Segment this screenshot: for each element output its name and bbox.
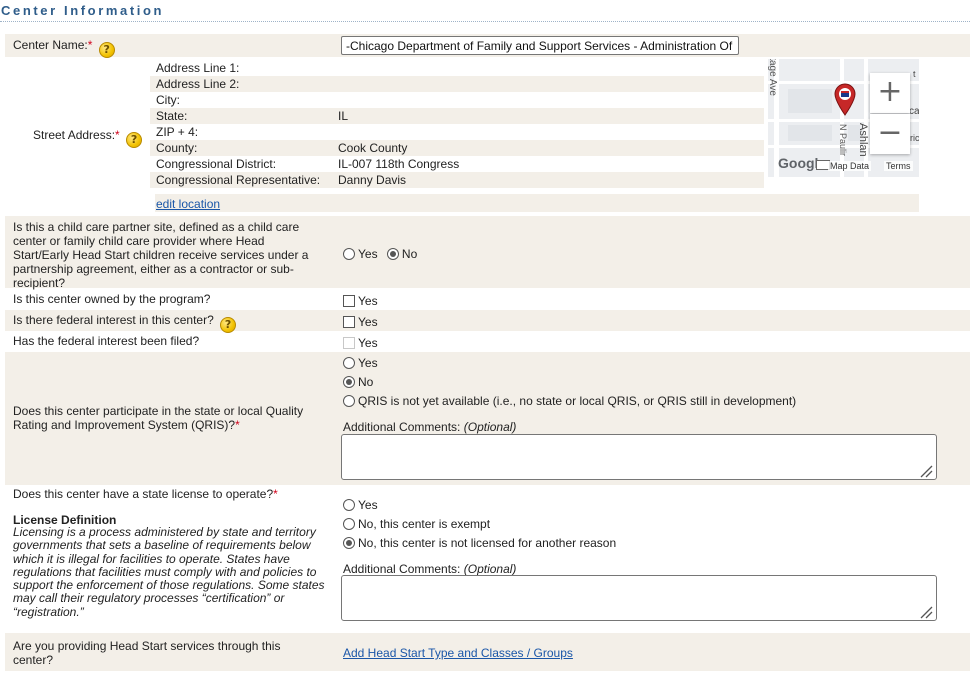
required-mark: *: [115, 128, 120, 142]
license-yes-label: Yes: [358, 498, 378, 512]
address-field-label: County:: [156, 141, 198, 155]
help-icon[interactable]: ?: [126, 132, 143, 148]
location-pin-icon: [834, 83, 856, 116]
license-definition-text: Licensing is a process administered by s…: [13, 525, 325, 619]
federal-filed-checkbox[interactable]: [343, 337, 355, 349]
license-comments-optional: (Optional): [463, 562, 517, 576]
federal-interest-checkbox[interactable]: [343, 316, 355, 328]
address-row-band: [150, 76, 764, 92]
license-comments-label: Additional Comments:: [343, 562, 461, 576]
street-label: Ashlan: [857, 123, 869, 157]
federal-filed-row: Has the federal interest been filed? Yes: [5, 332, 970, 351]
address-field-label: ZIP + 4:: [156, 125, 199, 139]
license-question: Does this center have a state license to…: [13, 487, 274, 501]
owned-row: Is this center owned by the program? Yes: [5, 290, 970, 309]
address-field-value: Cook County: [338, 141, 408, 155]
location-map[interactable]: itage Ave N Paulir Ashlan ca ric t + − G…: [768, 59, 919, 177]
license-exempt-radio[interactable]: [343, 518, 355, 530]
address-field-label: City:: [156, 93, 180, 107]
address-field-value: Danny Davis: [338, 173, 407, 187]
map-data-label: Map Data: [828, 161, 872, 171]
center-name-row: Center Name:* ?: [5, 34, 970, 58]
address-row-band: [150, 108, 764, 124]
head-start-row: Are you providing Head Start services th…: [5, 633, 970, 671]
required-mark: *: [273, 487, 278, 501]
qris-not-available-label: QRIS is not yet available (i.e., no stat…: [358, 394, 797, 408]
partner-site-row: Is this a child care partner site, defin…: [5, 216, 970, 290]
resize-grip-icon[interactable]: [919, 464, 933, 478]
resize-grip-icon[interactable]: [919, 605, 933, 619]
street-address-label: Street Address:: [33, 128, 116, 142]
partner-yes-radio[interactable]: [343, 248, 355, 260]
license-not-licensed-label: No, this center is not licensed for anot…: [358, 536, 617, 550]
street-label: ric: [910, 133, 919, 143]
federal-filed-yes-label: Yes: [358, 336, 378, 350]
street-label: N Paulir: [838, 124, 848, 156]
address-field-label: Address Line 1:: [156, 61, 240, 75]
street-label: ca: [909, 106, 919, 117]
address-field-value: IL: [338, 109, 349, 123]
qris-yes-label: Yes: [358, 356, 378, 370]
owned-yes-label: Yes: [358, 294, 378, 308]
license-yes-radio[interactable]: [343, 499, 355, 511]
zoom-in-button[interactable]: +: [870, 73, 910, 113]
head-start-question: Are you providing Head Start services th…: [13, 639, 281, 667]
address-field-label: State:: [156, 109, 188, 123]
license-row: Does this center have a state license to…: [5, 486, 970, 629]
federal-interest-yes-label: Yes: [358, 315, 378, 329]
qris-not-available-radio[interactable]: [343, 395, 355, 407]
license-exempt-label: No, this center is exempt: [358, 517, 491, 531]
edit-location-link[interactable]: edit location: [156, 196, 220, 212]
qris-question: Does this center participate in the stat…: [13, 404, 304, 432]
street-label: itage Ave: [768, 59, 778, 96]
license-not-licensed-radio[interactable]: [343, 537, 355, 549]
edit-location-band: [155, 194, 919, 212]
partner-no-radio[interactable]: [386, 248, 399, 260]
center-name-label: Center Name:: [13, 38, 88, 52]
qris-comments-optional: (Optional): [463, 420, 517, 434]
address-row-band: [150, 140, 764, 156]
help-icon[interactable]: ?: [98, 42, 115, 58]
qris-comments-label: Additional Comments:: [343, 420, 461, 434]
federal-interest-row: Is there federal interest in this center…: [5, 310, 970, 333]
add-head-start-link[interactable]: Add Head Start Type and Classes / Groups: [343, 646, 573, 660]
license-comments-textarea[interactable]: [341, 575, 937, 621]
section-title: Center Information: [0, 0, 970, 22]
partner-no-label: No: [401, 247, 418, 261]
address-field-label: Congressional District:: [156, 157, 277, 171]
federal-interest-question: Is there federal interest in this center…: [13, 313, 214, 327]
qris-comments-textarea[interactable]: [341, 434, 937, 480]
partner-site-question: Is this a child care partner site, defin…: [13, 220, 309, 290]
owned-question: Is this center owned by the program?: [13, 292, 211, 306]
owned-checkbox[interactable]: [343, 295, 355, 307]
partner-yes-label: Yes: [358, 247, 378, 261]
required-mark: *: [87, 38, 93, 52]
qris-yes-radio[interactable]: [343, 357, 355, 369]
federal-filed-question: Has the federal interest been filed?: [13, 334, 200, 348]
help-icon[interactable]: ?: [220, 317, 237, 333]
required-mark: *: [235, 418, 240, 432]
address-field-label: Address Line 2:: [156, 77, 240, 91]
address-field-value: IL-007 118th Congress: [338, 157, 460, 171]
center-name-input[interactable]: [341, 36, 739, 55]
qris-no-radio[interactable]: [343, 376, 355, 388]
address-field-label: Congressional Representative:: [156, 173, 321, 187]
zoom-out-button[interactable]: −: [870, 114, 910, 154]
qris-row: Does this center participate in the stat…: [5, 352, 970, 485]
terms-link[interactable]: Terms: [884, 161, 913, 171]
qris-no-label: No: [358, 375, 374, 389]
